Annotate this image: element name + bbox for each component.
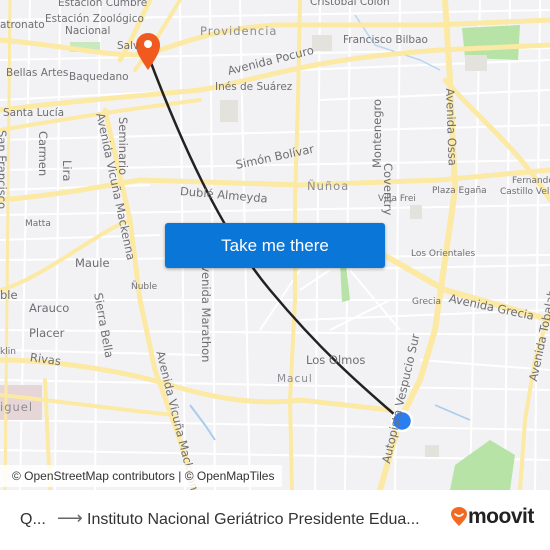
- building-block: [220, 100, 238, 122]
- map-view[interactable]: Cristóbal Colón Estación Cumbre Estación…: [0, 0, 550, 490]
- street-label: Seminario: [116, 117, 130, 176]
- building-block: [312, 35, 332, 51]
- map-label: Baquedano: [69, 71, 129, 83]
- map-label: Estación Zoológico: [45, 13, 144, 25]
- district-label: Macul: [277, 373, 313, 385]
- map-label: Plaza Egaña: [432, 186, 487, 196]
- map-label: Grecia: [412, 297, 441, 307]
- street-label: Avenida Ossa: [443, 87, 460, 167]
- street-label: Avenida Marathon: [199, 258, 213, 363]
- street-label: San Francisco: [0, 130, 9, 210]
- map-label: Los Olmos: [306, 353, 366, 367]
- street-label: Carmen: [36, 131, 50, 177]
- arrow-right-icon: ⟶: [57, 508, 83, 528]
- destination-label: Instituto Nacional Geriátrico Presidente…: [87, 511, 420, 528]
- map-label: Nacional: [65, 25, 111, 37]
- map-label: Ñuble: [131, 282, 158, 292]
- map-label: Villa Frei: [378, 194, 416, 204]
- building-block: [410, 205, 422, 219]
- map-label: Cristóbal Colón: [310, 0, 390, 8]
- street-label: Coventry: [381, 163, 395, 216]
- map-label: Castillo Velas: [500, 187, 550, 197]
- map-label: Los Orientales: [411, 249, 476, 259]
- map-attribution[interactable]: © OpenStreetMap contributors | © OpenMap…: [0, 465, 283, 487]
- street-label: Lira: [60, 160, 74, 182]
- district-label: Ñuñoa: [307, 179, 350, 193]
- street-label: ble: [0, 288, 18, 302]
- map-label: Estación Cumbre: [58, 0, 148, 9]
- street-label: Arauco: [29, 301, 70, 315]
- moovit-wordmark: moovit: [468, 505, 534, 528]
- street-label: Maule: [75, 256, 110, 270]
- park: [462, 25, 520, 60]
- map-label: Inés de Suárez: [215, 81, 293, 93]
- canal: [434, 404, 471, 421]
- moovit-logo[interactable]: moovit: [450, 505, 534, 529]
- street-label: Montenegro: [370, 98, 384, 168]
- map-label: Francisco Bilbao: [343, 34, 428, 46]
- map-label: Bellas Artes: [6, 67, 69, 79]
- map-label: klin: [0, 347, 16, 357]
- canal: [189, 404, 216, 441]
- map-label: atronato: [0, 19, 45, 31]
- building-block: [465, 55, 487, 71]
- moovit-pin-icon: [451, 507, 467, 526]
- origin-stop-label: Q...: [20, 511, 46, 528]
- district-label: iguel: [0, 400, 34, 414]
- street-label: Placer: [29, 326, 65, 340]
- map-label: Fernando: [512, 176, 550, 186]
- map-label: Santa Lucía: [3, 107, 65, 119]
- map-label: Matta: [25, 219, 51, 229]
- map-label: Salv: [117, 40, 140, 52]
- district-label: Providencia: [200, 24, 278, 38]
- building-block: [425, 445, 439, 457]
- take-me-there-button[interactable]: Take me there: [165, 223, 385, 268]
- attribution-text[interactable]: © OpenStreetMap contributors | © OpenMap…: [12, 469, 274, 483]
